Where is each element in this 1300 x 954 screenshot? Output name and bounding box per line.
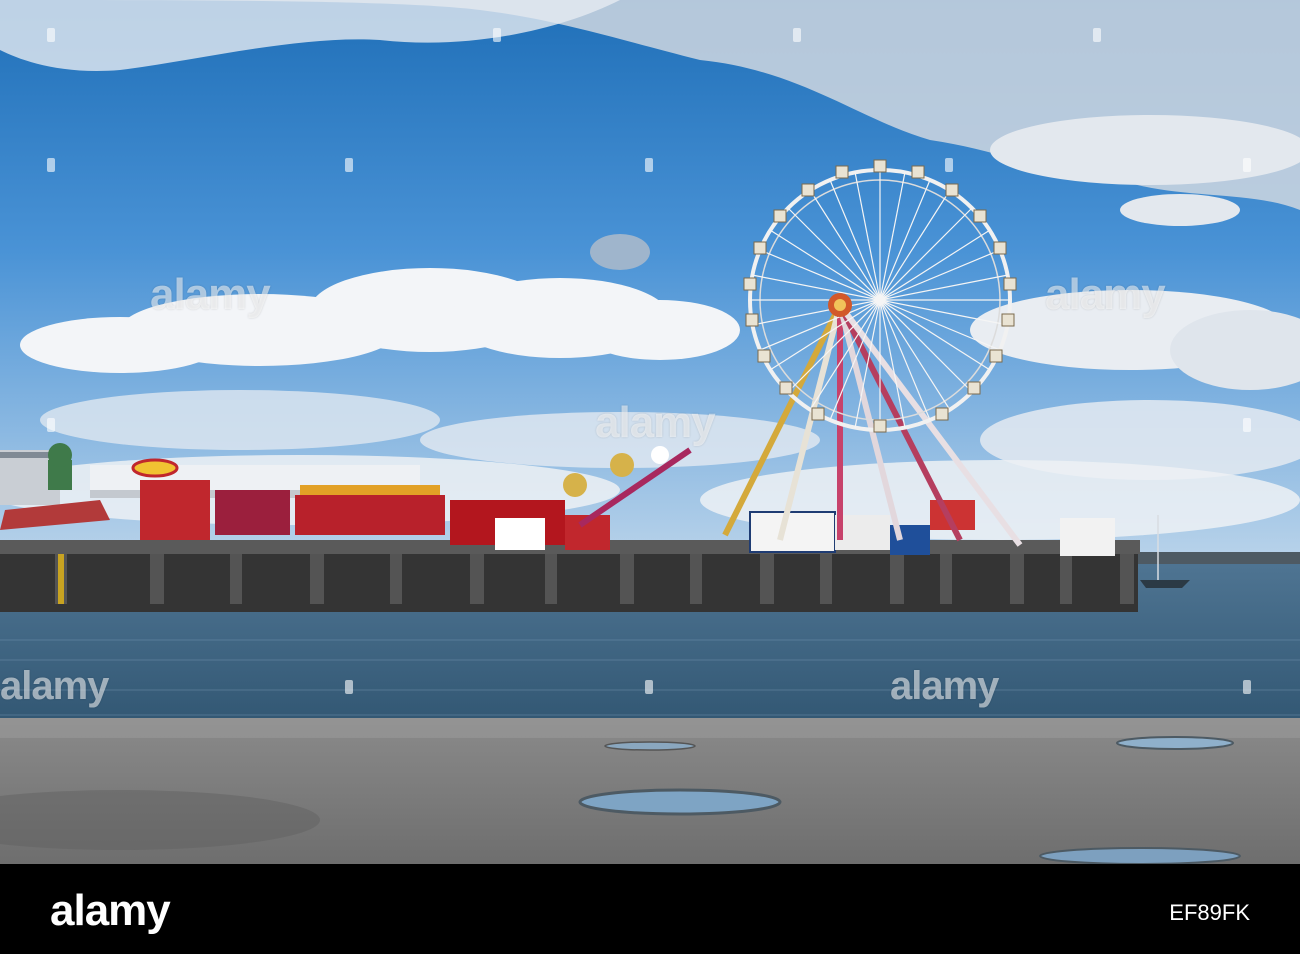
watermark-mark — [945, 158, 953, 172]
watermark-mark — [493, 28, 501, 42]
breakwater — [1120, 552, 1300, 564]
watermark: alamy — [0, 664, 109, 708]
footer-bar: alamy EF89FK — [0, 864, 1300, 954]
watermark-mark — [345, 680, 353, 694]
watermark-mark — [47, 158, 55, 172]
footer-brand-logo: alamy — [50, 886, 171, 935]
watermark-mark — [1243, 418, 1251, 432]
watermark-mark — [1093, 28, 1101, 42]
watermark-mark — [1243, 680, 1251, 694]
watermark-mark — [47, 418, 55, 432]
watermark-mark — [1243, 158, 1251, 172]
watermark-mark — [645, 158, 653, 172]
image-code: EF89FK — [1169, 900, 1250, 925]
photo-scene: alamy alamy alamy alamy alamy — [0, 0, 1300, 864]
watermark-mark — [47, 28, 55, 42]
watermark: alamy — [890, 664, 999, 708]
watermark: alamy — [150, 270, 271, 319]
watermark-mark — [793, 28, 801, 42]
watermark-mark — [345, 158, 353, 172]
pier — [0, 540, 1140, 612]
watermark: alamy — [1045, 270, 1166, 319]
watermark-mark — [645, 680, 653, 694]
watermark: alamy — [595, 398, 716, 447]
